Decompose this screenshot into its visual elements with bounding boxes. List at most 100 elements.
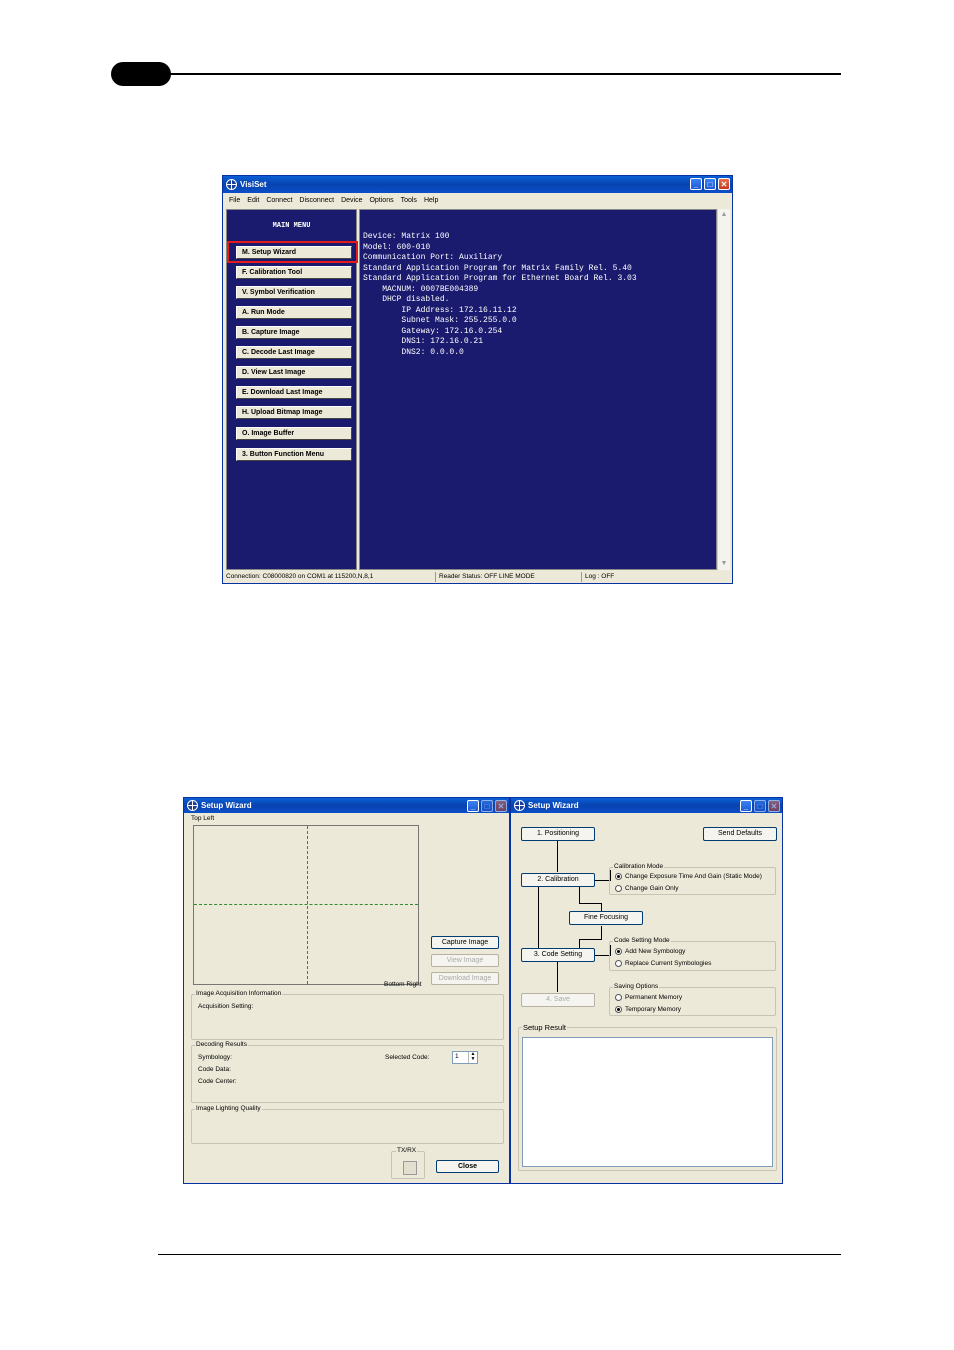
status-divider — [435, 572, 436, 582]
window-title: VisiSet — [240, 180, 267, 189]
view-image-button[interactable]: View Image — [431, 954, 499, 967]
menu-options[interactable]: Options — [369, 197, 393, 204]
button-function-menu-button[interactable]: 3. Button Function Menu — [236, 448, 352, 461]
main-menu-title: MAIN MENU — [272, 222, 311, 230]
app-icon — [226, 179, 237, 190]
wizard-titlebar[interactable]: Setup Wizard _ □ ✕ — [511, 798, 782, 813]
image-preview — [193, 825, 419, 985]
group-label: Code Setting Mode — [613, 937, 671, 944]
code-option-replace[interactable]: Replace Current Symbologies — [615, 960, 711, 967]
flow-line — [579, 903, 602, 904]
app-icon — [514, 800, 525, 811]
menu-tools[interactable]: Tools — [401, 197, 417, 204]
cal-option-static[interactable]: Change Exposure Time And Gain (Static Mo… — [615, 873, 762, 880]
symbology-label: Symbology: — [198, 1054, 232, 1061]
positioning-button[interactable]: 1. Positioning — [521, 827, 595, 841]
send-defaults-button[interactable]: Send Defaults — [703, 827, 777, 841]
group-label: Setup Result — [522, 1023, 567, 1032]
acquisition-info-group: Image Acquisition Information Acquisitio… — [191, 990, 504, 1040]
top-left-label: Top Left — [191, 815, 215, 822]
main-menu-panel: MAIN MENU M. Setup Wizard F. Calibration… — [226, 209, 358, 570]
console-line: MACNUM: 0007BE004389 — [363, 284, 479, 294]
download-image-button[interactable]: Download Image — [431, 972, 499, 985]
bottom-right-label: Bottom Right — [384, 981, 422, 988]
vertical-scrollbar[interactable]: ▲ ▼ — [717, 209, 730, 570]
run-mode-button[interactable]: A. Run Mode — [236, 306, 352, 319]
selected-code-value: 1 — [455, 1053, 459, 1060]
symbol-verification-button[interactable]: V. Symbol Verification — [236, 286, 352, 299]
radio-unchecked-icon — [615, 994, 622, 1001]
menu-device[interactable]: Device — [341, 197, 362, 204]
console-line: Model: 600-010 — [363, 242, 431, 252]
group-label: Saving Options — [613, 983, 660, 990]
visiset-titlebar[interactable]: VisiSet _ □ ✕ — [223, 176, 732, 193]
console-line: Gateway: 172.16.0.254 — [363, 326, 503, 336]
console-line: Standard Application Program for Matrix … — [363, 263, 632, 273]
acquisition-setting-label: Acquisition Setting: — [198, 1003, 254, 1010]
group-label: Calibration Mode — [613, 863, 665, 870]
setup-wizard-image-window: Setup Wizard _ □ ✕ Top Left Bottom Right… — [183, 797, 510, 1184]
connection-status: Connection: C08000820 on COM1 at 115200,… — [226, 573, 374, 580]
minimize-icon[interactable]: _ — [740, 800, 752, 812]
calibration-mode-group: Calibration Mode Change Exposure Time An… — [609, 863, 776, 895]
group-label: Decoding Results — [195, 1041, 248, 1048]
save-button[interactable]: 4. Save — [521, 993, 595, 1007]
log-status: Log : OFF — [585, 573, 615, 580]
scroll-down-icon[interactable]: ▼ — [720, 560, 728, 568]
flow-line — [601, 926, 602, 940]
lighting-quality-group: Image Lighting Quality — [191, 1105, 504, 1144]
flow-line — [579, 939, 602, 940]
menu-disconnect[interactable]: Disconnect — [299, 197, 334, 204]
radio-label: Temporary Memory — [625, 1006, 681, 1013]
group-label: Image Lighting Quality — [195, 1105, 262, 1112]
radio-checked-icon — [615, 948, 622, 955]
code-setting-mode-group: Code Setting Mode Add New Symbology Repl… — [609, 937, 776, 971]
menu-help[interactable]: Help — [424, 197, 438, 204]
image-buffer-button[interactable]: O. Image Buffer — [236, 427, 352, 440]
selected-code-label: Selected Code: — [385, 1054, 430, 1061]
console-line: DNS1: 172.16.0.21 — [363, 337, 484, 346]
console-line: Standard Application Program for Etherne… — [363, 274, 637, 283]
close-button[interactable]: Close — [436, 1160, 499, 1173]
capture-image-button[interactable]: Capture Image — [431, 936, 499, 949]
radio-unchecked-icon — [615, 885, 622, 892]
console-line: Device: Matrix 100 — [363, 232, 450, 241]
menu-connect[interactable]: Connect — [266, 197, 292, 204]
upload-bitmap-image-button[interactable]: H. Upload Bitmap Image — [236, 406, 352, 419]
radio-checked-icon — [615, 1006, 622, 1013]
decode-last-image-button[interactable]: C. Decode Last Image — [236, 346, 352, 359]
calibration-tool-button[interactable]: F. Calibration Tool — [236, 266, 352, 279]
download-last-image-button[interactable]: E. Download Last Image — [236, 386, 352, 399]
wizard-titlebar[interactable]: Setup Wizard _ □ ✕ — [184, 798, 509, 813]
maximize-icon[interactable]: □ — [704, 178, 716, 190]
spin-arrows-icon[interactable]: ▲ ▼ — [468, 1052, 477, 1063]
minimize-icon[interactable]: _ — [690, 178, 702, 190]
scroll-up-icon[interactable]: ▲ — [720, 211, 728, 219]
view-last-image-button[interactable]: D. View Last Image — [236, 366, 352, 379]
menu-file[interactable]: File — [229, 197, 240, 204]
chapter-tab — [111, 62, 171, 86]
console-line: DHCP disabled. — [363, 295, 450, 304]
save-option-permanent[interactable]: Permanent Memory — [615, 994, 682, 1001]
radio-label: Change Exposure Time And Gain (Static Mo… — [625, 873, 762, 880]
selected-code-spinner[interactable]: 1 ▲ ▼ — [452, 1051, 478, 1064]
code-option-add[interactable]: Add New Symbology — [615, 948, 685, 955]
calibration-button[interactable]: 2. Calibration — [521, 873, 595, 887]
cal-option-gain-only[interactable]: Change Gain Only — [615, 885, 678, 892]
txrx-indicator-group: TX/RX — [391, 1147, 425, 1179]
close-icon: ✕ — [768, 800, 780, 812]
menu-edit[interactable]: Edit — [247, 197, 259, 204]
capture-image-button[interactable]: B. Capture Image — [236, 326, 352, 339]
setup-result-textarea[interactable] — [522, 1037, 773, 1167]
window-title: Setup Wizard — [528, 801, 579, 810]
code-setting-button[interactable]: 3. Code Setting — [521, 948, 595, 962]
minimize-icon[interactable]: _ — [467, 800, 479, 812]
radio-checked-icon — [615, 873, 622, 880]
flow-line — [579, 887, 580, 904]
fine-focusing-button[interactable]: Fine Focusing — [569, 911, 643, 925]
radio-label: Permanent Memory — [625, 994, 683, 1001]
close-icon[interactable]: ✕ — [718, 178, 730, 190]
footer-rule — [158, 1254, 841, 1255]
code-center-label: Code Center: — [198, 1078, 237, 1085]
save-option-temporary[interactable]: Temporary Memory — [615, 1006, 681, 1013]
